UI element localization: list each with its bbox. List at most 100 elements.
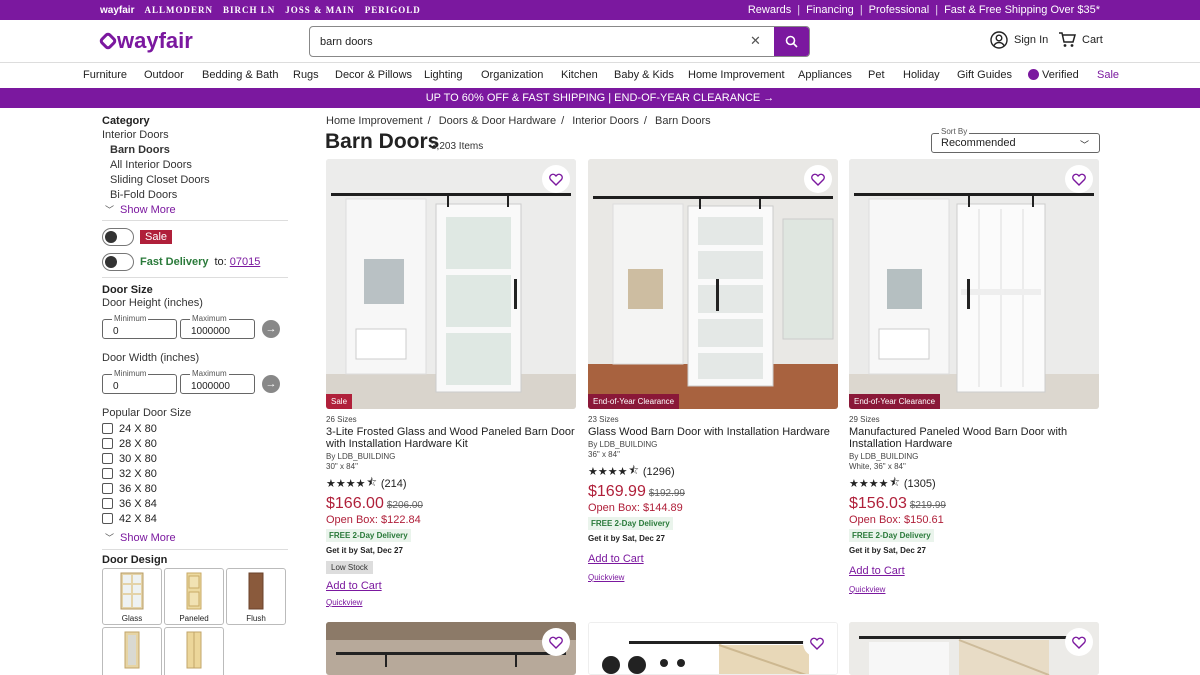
height-min-field[interactable]: Minimum 0 bbox=[102, 314, 177, 339]
size-option[interactable]: 24 X 80 bbox=[102, 421, 288, 436]
nav-verified[interactable]: Verified bbox=[1028, 69, 1079, 81]
product-card[interactable]: Sale 26 Sizes 3-Lite Frosted Glass and W… bbox=[326, 159, 576, 607]
quickview-link[interactable]: Quickview bbox=[326, 598, 576, 607]
height-apply-button[interactable]: → bbox=[262, 320, 280, 338]
checkbox[interactable] bbox=[102, 423, 113, 434]
product-card[interactable] bbox=[588, 622, 838, 675]
zip-code-link[interactable]: 07015 bbox=[230, 256, 261, 268]
favorite-button[interactable] bbox=[1065, 165, 1093, 193]
product-image[interactable]: End-of-Year Clearance bbox=[849, 159, 1099, 409]
product-name[interactable]: Glass Wood Barn Door with Installation H… bbox=[588, 426, 838, 438]
cart-button[interactable]: Cart bbox=[1058, 31, 1103, 48]
brand-perigold[interactable]: PERIGOLD bbox=[365, 5, 421, 15]
size-option[interactable]: 36 X 84 bbox=[102, 496, 288, 511]
nav-pet[interactable]: Pet bbox=[868, 69, 885, 81]
category-bi-fold-doors[interactable]: Bi-Fold Doors bbox=[102, 188, 288, 203]
category-interior-doors[interactable]: Interior Doors bbox=[102, 128, 288, 143]
nav-bedding-bath[interactable]: Bedding & Bath bbox=[202, 69, 278, 81]
rewards-link[interactable]: Rewards bbox=[748, 4, 791, 16]
breadcrumb-doors-hardware[interactable]: Doors & Door Hardware bbox=[439, 115, 556, 127]
checkbox[interactable] bbox=[102, 513, 113, 524]
add-to-cart-button[interactable]: Add to Cart bbox=[849, 565, 1099, 577]
size-option[interactable]: 32 X 80 bbox=[102, 466, 288, 481]
shipping-link[interactable]: Fast & Free Shipping Over $35* bbox=[944, 4, 1100, 16]
quickview-link[interactable]: Quickview bbox=[588, 573, 838, 582]
brand-wayfair[interactable]: wayfair bbox=[100, 5, 134, 16]
width-apply-button[interactable]: → bbox=[262, 375, 280, 393]
height-max-field[interactable]: Maximum 1000000 bbox=[180, 314, 255, 339]
size-option[interactable]: 36 X 80 bbox=[102, 481, 288, 496]
professional-link[interactable]: Professional bbox=[869, 4, 930, 16]
rating[interactable]: ★★★★ ⯪ (1305) bbox=[849, 474, 1099, 493]
category-show-more[interactable]: ﹀ Show More bbox=[102, 203, 288, 216]
checkbox[interactable] bbox=[102, 438, 113, 449]
nav-baby-kids[interactable]: Baby & Kids bbox=[614, 69, 674, 81]
search-button[interactable] bbox=[774, 27, 809, 56]
nav-lighting[interactable]: Lighting bbox=[424, 69, 463, 81]
brand-birchlane[interactable]: BIRCH LN bbox=[223, 5, 275, 15]
product-image[interactable] bbox=[588, 622, 838, 675]
add-to-cart-button[interactable]: Add to Cart bbox=[588, 553, 838, 565]
favorite-button[interactable] bbox=[542, 165, 570, 193]
product-image[interactable] bbox=[326, 622, 576, 675]
checkbox[interactable] bbox=[102, 498, 113, 509]
product-image[interactable]: End-of-Year Clearance bbox=[588, 159, 838, 409]
sort-dropdown[interactable]: Sort By Recommended ﹀ bbox=[931, 127, 1100, 153]
quickview-link[interactable]: Quickview bbox=[849, 585, 1099, 594]
sign-in-button[interactable]: Sign In bbox=[990, 31, 1048, 49]
product-image[interactable] bbox=[849, 622, 1099, 675]
checkbox[interactable] bbox=[102, 468, 113, 479]
sale-toggle[interactable] bbox=[102, 228, 134, 246]
category-all-interior-doors[interactable]: All Interior Doors bbox=[102, 158, 288, 173]
checkbox[interactable] bbox=[102, 453, 113, 464]
design-option[interactable] bbox=[164, 627, 224, 675]
design-flush[interactable]: Flush bbox=[226, 568, 286, 625]
clear-search-icon[interactable]: ✕ bbox=[750, 33, 761, 49]
nav-kitchen[interactable]: Kitchen bbox=[561, 69, 598, 81]
design-paneled[interactable]: Paneled bbox=[164, 568, 224, 625]
nav-holiday[interactable]: Holiday bbox=[903, 69, 940, 81]
favorite-button[interactable] bbox=[803, 629, 831, 657]
size-show-more[interactable]: ﹀ Show More bbox=[102, 531, 288, 544]
width-max-field[interactable]: Maximum 1000000 bbox=[180, 369, 255, 394]
product-card[interactable]: End-of-Year Clearance 29 Sizes Manufactu… bbox=[849, 159, 1099, 594]
size-option[interactable]: 42 X 84 bbox=[102, 511, 288, 526]
product-name[interactable]: Manufactured Paneled Wood Barn Door with… bbox=[849, 426, 1099, 450]
fast-delivery-toggle[interactable] bbox=[102, 253, 134, 271]
product-card[interactable]: End-of-Year Clearance 23 Sizes Glass Woo… bbox=[588, 159, 838, 582]
promo-banner[interactable]: UP TO 60% OFF & FAST SHIPPING | END-OF-Y… bbox=[0, 88, 1200, 108]
rating[interactable]: ★★★★ ⯪ (214) bbox=[326, 474, 576, 493]
breadcrumb-interior-doors[interactable]: Interior Doors bbox=[572, 115, 639, 127]
rating[interactable]: ★★★★ ⯪ (1296) bbox=[588, 462, 838, 481]
favorite-button[interactable] bbox=[1065, 628, 1093, 656]
wayfair-logo[interactable]: wayfair bbox=[98, 28, 193, 54]
brand-allmodern[interactable]: ALLMODERN bbox=[144, 5, 213, 15]
nav-appliances[interactable]: Appliances bbox=[798, 69, 852, 81]
product-name[interactable]: 3-Lite Frosted Glass and Wood Paneled Ba… bbox=[326, 426, 576, 450]
favorite-button[interactable] bbox=[804, 165, 832, 193]
nav-furniture[interactable]: Furniture bbox=[83, 69, 127, 81]
breadcrumb-barn-doors[interactable]: Barn Doors bbox=[655, 115, 711, 127]
brand-jossmain[interactable]: JOSS & MAIN bbox=[285, 5, 355, 15]
nav-gift-guides[interactable]: Gift Guides bbox=[957, 69, 1012, 81]
size-option[interactable]: 30 X 80 bbox=[102, 451, 288, 466]
product-card[interactable] bbox=[326, 622, 576, 675]
nav-organization[interactable]: Organization bbox=[481, 69, 543, 81]
breadcrumb-home-improvement[interactable]: Home Improvement bbox=[326, 115, 423, 127]
search-input[interactable] bbox=[310, 27, 740, 56]
nav-sale[interactable]: Sale bbox=[1097, 69, 1119, 81]
design-glass[interactable]: Glass bbox=[102, 568, 162, 625]
add-to-cart-button[interactable]: Add to Cart bbox=[326, 580, 576, 592]
design-option[interactable] bbox=[102, 627, 162, 675]
nav-rugs[interactable]: Rugs bbox=[293, 69, 319, 81]
product-card[interactable] bbox=[849, 622, 1099, 675]
size-option[interactable]: 28 X 80 bbox=[102, 436, 288, 451]
nav-home-improvement[interactable]: Home Improvement bbox=[688, 69, 785, 81]
nav-decor-pillows[interactable]: Decor & Pillows bbox=[335, 69, 412, 81]
financing-link[interactable]: Financing bbox=[806, 4, 854, 16]
category-sliding-closet-doors[interactable]: Sliding Closet Doors bbox=[102, 173, 288, 188]
nav-outdoor[interactable]: Outdoor bbox=[144, 69, 184, 81]
checkbox[interactable] bbox=[102, 483, 113, 494]
product-image[interactable]: Sale bbox=[326, 159, 576, 409]
favorite-button[interactable] bbox=[542, 628, 570, 656]
